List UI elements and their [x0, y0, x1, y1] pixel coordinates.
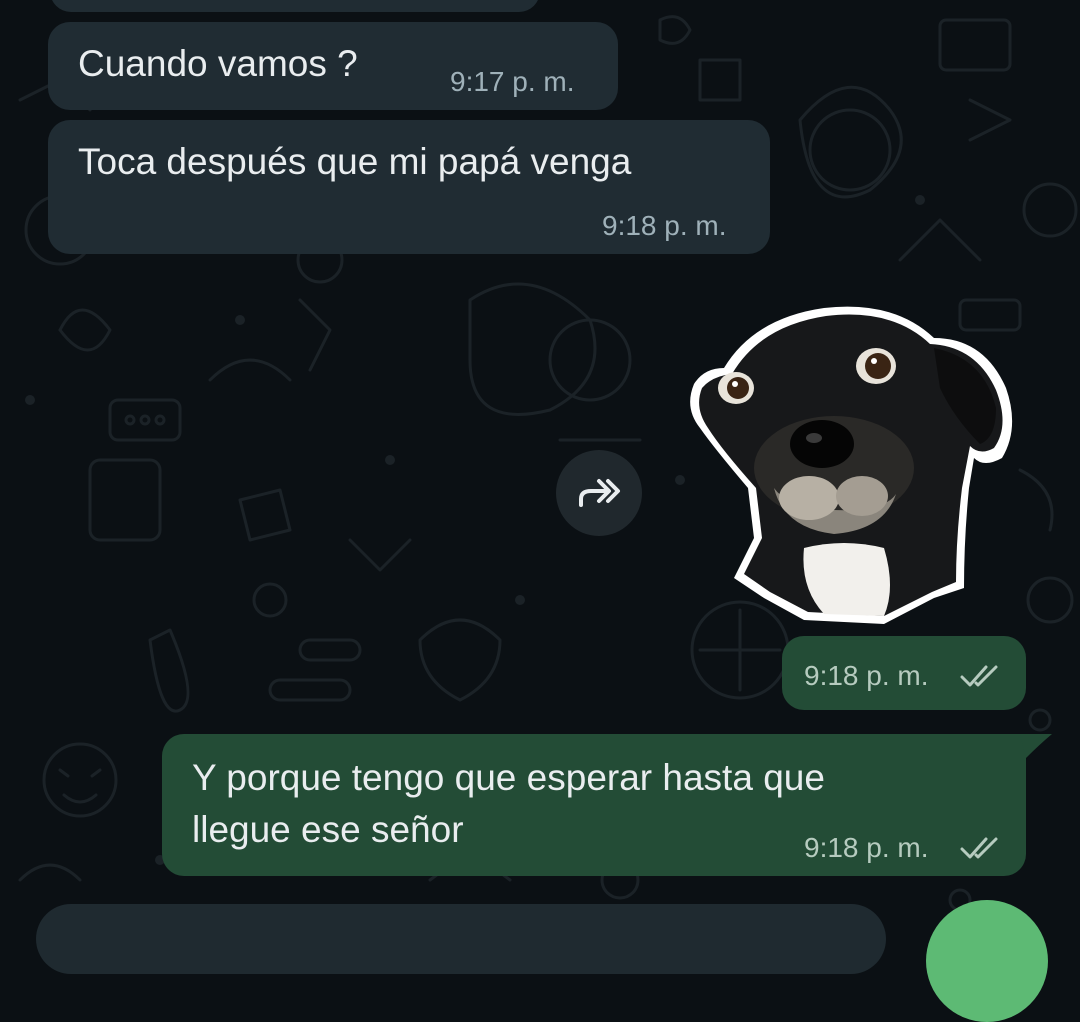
- outgoing-message-bubble[interactable]: Y porque tengo que esperar hasta que lle…: [162, 734, 1026, 876]
- message-timestamp: 9:17 p. m.: [450, 66, 575, 97]
- double-check-icon: [960, 837, 998, 859]
- message-text-line-1: Y porque tengo que esperar hasta que: [192, 757, 825, 798]
- message-input-bar[interactable]: [36, 904, 886, 974]
- message-text: Cuando vamos ?: [78, 43, 358, 84]
- voice-record-button[interactable]: [926, 900, 1048, 1022]
- message-text-line-2: llegue ese señor: [192, 809, 464, 850]
- black-dog-sticker[interactable]: [684, 298, 1018, 624]
- message-timestamp: 9:18 p. m.: [804, 832, 929, 863]
- incoming-message-bubble[interactable]: Cuando vamos ? 9:17 p. m.: [48, 22, 618, 110]
- forward-button[interactable]: [556, 450, 642, 536]
- message-text: Toca después que mi papá venga: [78, 141, 632, 182]
- message-timestamp: 9:18 p. m.: [602, 210, 727, 241]
- forward-icon: [579, 479, 620, 507]
- incoming-message-bubble[interactable]: Toca después que mi papá venga 9:18 p. m…: [48, 120, 770, 254]
- previous-message-bubble[interactable]: [50, 0, 540, 12]
- double-check-icon: [960, 665, 998, 687]
- outgoing-bubble-tail: [1020, 734, 1052, 758]
- sticker-timestamp-bubble: 9:18 p. m.: [782, 636, 1026, 710]
- message-timestamp: 9:18 p. m.: [804, 660, 929, 691]
